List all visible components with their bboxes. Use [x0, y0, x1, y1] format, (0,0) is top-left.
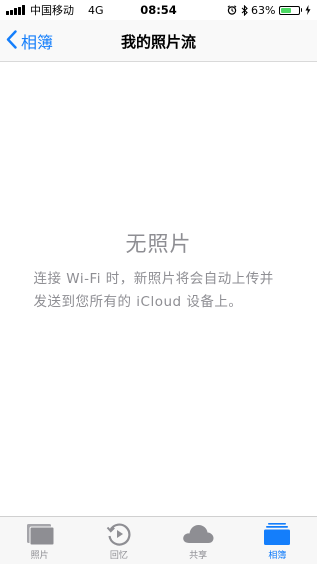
- tab-bar: 照片 回忆 共享 相簿: [0, 516, 317, 564]
- charging-icon: [305, 5, 311, 15]
- tab-photos-label: 照片: [30, 551, 49, 561]
- tab-shared-label: 共享: [189, 551, 208, 561]
- page-title: 我的照片流: [120, 33, 196, 51]
- empty-state: 无照片 连接 Wi-Fi 时，新照片将会自动上传并发送到您所有的 iCloud …: [0, 228, 317, 314]
- tab-photos[interactable]: 照片: [0, 517, 79, 564]
- battery-percent: 63%: [251, 3, 276, 17]
- empty-state-title: 无照片: [125, 232, 192, 256]
- bluetooth-icon: [241, 4, 248, 16]
- albums-icon: [262, 522, 292, 546]
- navigation-bar: 相簿 我的照片流: [0, 20, 317, 62]
- empty-state-message: 连接 Wi-Fi 时，新照片将会自动上传并发送到您所有的 iCloud 设备上。: [33, 271, 274, 310]
- tab-albums-label: 相簿: [268, 551, 287, 561]
- screen: 中国移动 4G 08:54 63% 相簿 我的照片流 无照片 连接 Wi-Fi …: [0, 0, 317, 564]
- alarm-icon: [227, 5, 237, 15]
- tab-shared[interactable]: 共享: [159, 517, 238, 564]
- battery-cap: [300, 8, 302, 12]
- status-right: 63%: [227, 3, 311, 17]
- tab-albums[interactable]: 相簿: [238, 517, 317, 564]
- battery-icon: [278, 5, 300, 15]
- photos-icon: [25, 522, 55, 546]
- cloud-icon: [181, 522, 215, 546]
- memories-icon: [106, 522, 132, 546]
- battery-fill: [280, 7, 292, 13]
- tab-memories[interactable]: 回忆: [79, 517, 158, 564]
- tab-memories-label: 回忆: [109, 551, 128, 561]
- status-bar: 中国移动 4G 08:54 63%: [0, 0, 317, 20]
